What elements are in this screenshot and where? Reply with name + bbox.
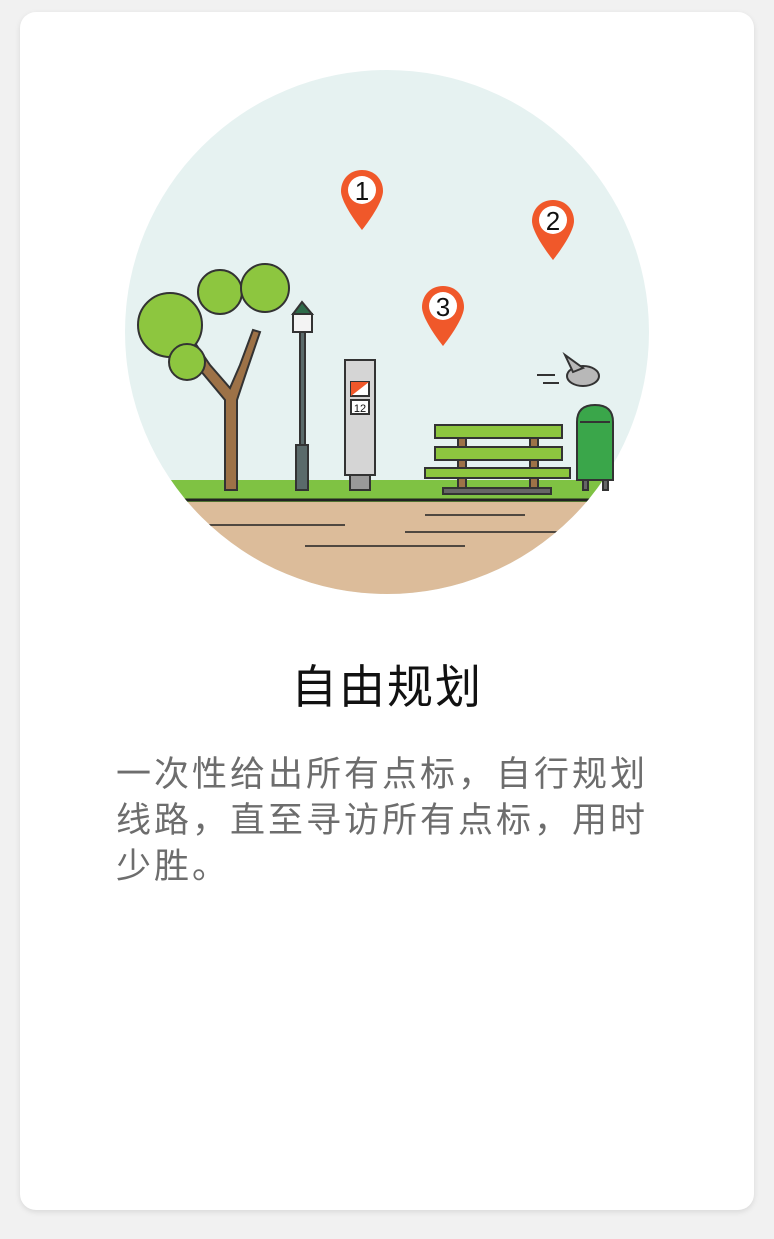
control-post <box>344 359 376 491</box>
marker-2-label: 2 <box>546 206 560 236</box>
mode-card: 12 1 2 3 自由规划 一次性给出所有点标，自行规划线路，直至寻访所有点标，… <box>20 12 754 1210</box>
marker-3-label: 3 <box>436 292 450 322</box>
ground <box>125 500 649 594</box>
card-description: 一次性给出所有点标，自行规划线路，直至寻访所有点标，用时少胜。 <box>116 755 649 887</box>
mailbox <box>576 403 614 491</box>
control-post-number: 12 <box>354 403 366 415</box>
marker-1-label: 1 <box>355 176 369 206</box>
card-title: 自由规划 <box>291 660 483 714</box>
park-illustration: 12 1 2 3 <box>125 70 649 598</box>
